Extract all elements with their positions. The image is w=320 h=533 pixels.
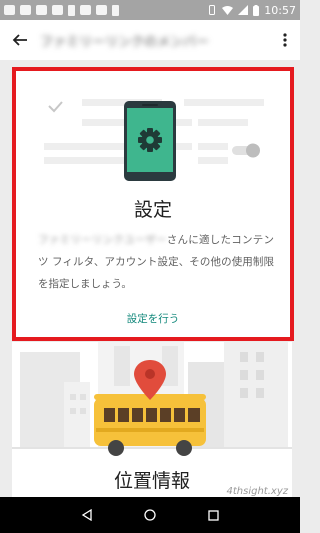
blurred-user-name: ファミリーリンクユーザー [38,234,167,246]
circle-home-icon [144,509,156,521]
card-title: 設定 [133,199,172,221]
back-button[interactable] [0,20,40,60]
settings-illustration [44,99,264,181]
location-card: 位置情報 [12,342,292,500]
image-icon [4,5,15,15]
screen: 10:57 ファミリーリンクのメンバー 設定 ファミリーリンクユーザーさんに適し… [0,0,300,533]
location-illustration [12,342,292,456]
nav-back-button[interactable] [72,500,102,530]
navigation-bar [0,497,300,533]
vibrate-icon [209,5,216,15]
app-icon [52,5,63,15]
arrow-back-icon [12,34,27,46]
image-icon [36,5,47,15]
image-icon [20,5,31,15]
image-icon [80,5,91,15]
square-recents-icon [208,509,219,521]
notification-icons [4,4,119,16]
status-bar: 10:57 [0,0,300,20]
more-options-button[interactable] [270,20,300,60]
signal-icon [238,5,249,15]
app-bar: ファミリーリンクのメンバー [0,20,300,60]
more-vert-icon [283,33,287,47]
card-description: ファミリーリンクユーザーさんに適したコンテンツ フィルタ、アカウント設定、その他… [38,229,274,295]
triangle-back-icon [81,509,92,521]
alert-icon [112,4,119,16]
setup-link[interactable]: 設定を行う [16,311,290,326]
phone-icon [68,4,75,16]
battery-icon [253,4,260,16]
settings-card: 設定 ファミリーリンクユーザーさんに適したコンテンツ フィルタ、アカウント設定、… [12,67,294,341]
nav-recents-button[interactable] [198,500,228,530]
watermark: 4thsight.xyz [226,486,288,497]
status-time: 10:57 [264,3,296,17]
nav-home-button[interactable] [135,500,165,530]
wifi-icon [222,6,234,15]
app-title: ファミリーリンクのメンバー [40,34,210,50]
image-icon [96,5,107,15]
